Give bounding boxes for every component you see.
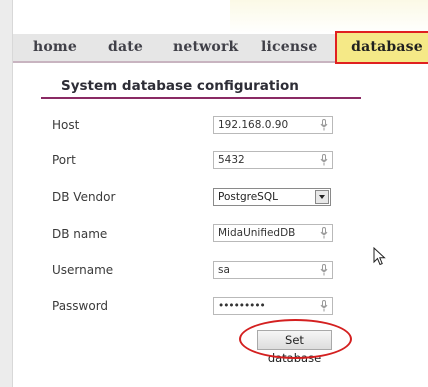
username-label: Username [52,263,114,277]
host-value: 192.168.0.90 [218,119,289,131]
vendor-label: DB Vendor [52,190,116,204]
microphone-icon[interactable] [320,119,328,131]
tab-date[interactable]: date [108,34,143,61]
dbname-label: DB name [52,227,108,241]
left-rail [0,0,13,387]
chevron-down-icon[interactable] [315,190,329,204]
port-input[interactable]: 5432 [213,151,333,169]
microphone-icon[interactable] [320,154,328,166]
password-value: ••••••••• [218,300,266,312]
tab-license[interactable]: license [261,34,317,61]
dbname-input[interactable]: MidaUnifiedDB [213,224,333,242]
host-label: Host [52,118,80,132]
microphone-icon[interactable] [320,300,328,312]
vendor-value: PostgreSQL [218,191,278,203]
host-input[interactable]: 192.168.0.90 [213,116,333,134]
dbname-value: MidaUnifiedDB [218,227,296,239]
header-background [230,0,428,34]
password-label: Password [52,299,109,313]
microphone-icon[interactable] [320,227,328,239]
tab-bar: home date network license database [13,31,428,64]
highlight-ellipse [239,319,352,359]
username-input[interactable]: sa [213,261,333,279]
title-divider [41,97,361,99]
password-input[interactable]: ••••••••• [213,297,333,315]
microphone-icon[interactable] [320,264,328,276]
tab-network[interactable]: network [173,34,238,61]
port-label: Port [52,153,76,167]
tab-database[interactable]: database [335,31,428,64]
username-value: sa [218,264,230,276]
tab-home[interactable]: home [33,34,77,61]
port-value: 5432 [218,154,245,166]
section-title: System database configuration [61,78,299,94]
vendor-select[interactable]: PostgreSQL [213,188,331,206]
mouse-pointer-icon [373,247,386,266]
